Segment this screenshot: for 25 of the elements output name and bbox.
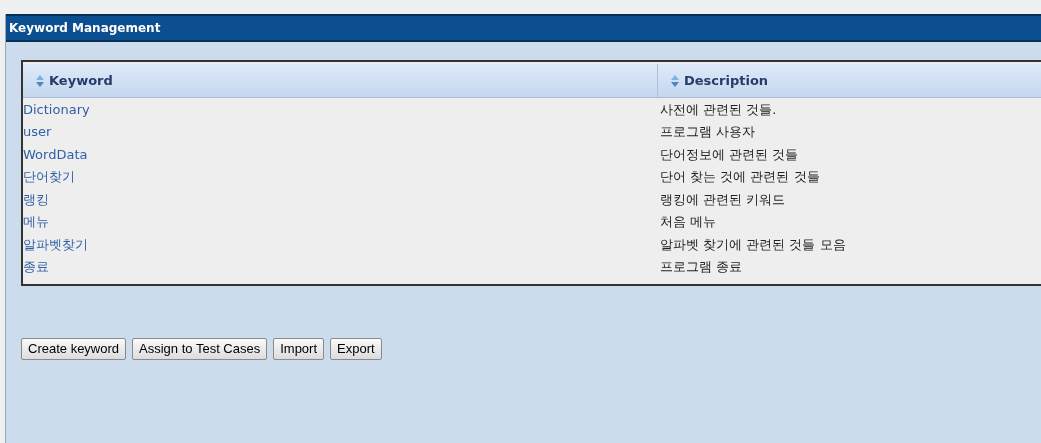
column-header[interactable]: Keyword (23, 64, 658, 97)
keyword-link[interactable]: user (23, 122, 658, 142)
action-button[interactable]: Create keyword (21, 338, 127, 360)
description-cell-text: 알파벳 찾기에 관련된 것들 모음 (659, 235, 846, 254)
keyword-link[interactable]: 단어찾기 (23, 167, 658, 187)
column-header[interactable]: Description (658, 64, 1041, 97)
panel-title: Keyword Management (6, 14, 1041, 42)
description-cell-text: 랭킹에 관련된 키워드 (659, 190, 786, 209)
action-button[interactable]: Export (330, 338, 382, 360)
keyword-link[interactable]: 랭킹 (23, 189, 658, 209)
keyword-link[interactable]: Dictionary (23, 99, 658, 119)
keyword-link[interactable]: 종료 (23, 257, 658, 277)
action-button[interactable]: Import (273, 338, 325, 360)
keyword-link[interactable]: 메뉴 (23, 212, 658, 232)
description-cell-text: 처음 메뉴 (659, 213, 717, 231)
description-cell-text: 프로그램 사용자 (659, 123, 756, 141)
description-cell-text: 사전에 관련된 것들. (659, 100, 777, 119)
action-button[interactable]: Assign to Test Cases (132, 338, 268, 360)
sort-icon (35, 73, 45, 88)
sort-icon (670, 73, 680, 88)
description-cell-text: 단어 찾는 것에 관련된 것들 (659, 168, 820, 186)
description-cell-text: 프로그램 종료 (659, 258, 743, 276)
description-cell-text: 단어정보에 관련된 것들 (659, 145, 799, 164)
keyword-link[interactable]: WordData (23, 144, 658, 164)
keyword-link[interactable]: 알파벳찾기 (23, 234, 658, 254)
